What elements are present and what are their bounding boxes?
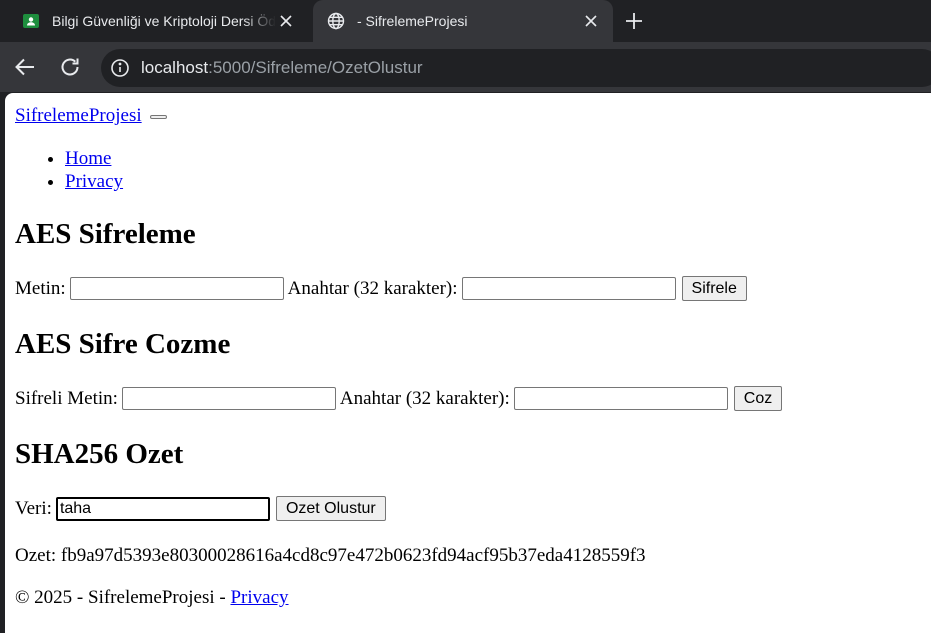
tab-title: Bilgi Güvenliği ve Kriptoloji Dersi Ödev (52, 13, 276, 29)
nav-item-privacy: Privacy (65, 170, 123, 193)
url-path: :5000/Sifreleme/OzetOlustur (208, 58, 423, 77)
encrypt-button[interactable]: Sifrele (681, 276, 747, 301)
key-input[interactable] (461, 277, 676, 300)
browser-tab-classroom[interactable]: Bilgi Güvenliği ve Kriptoloji Dersi Ödev (8, 0, 308, 42)
encrypted-text-label: Sifreli Metin: (15, 388, 118, 409)
aes-encrypt-heading: AES Sifreleme (15, 218, 196, 250)
home-link[interactable]: Home (65, 148, 111, 169)
sha256-heading: SHA256 Ozet (15, 438, 184, 470)
encrypted-text-input[interactable] (121, 387, 336, 410)
hash-result: Ozet: fb9a97d5393e80300028616a4cd8c97e47… (15, 545, 646, 566)
url-text: localhost:5000/Sifreleme/OzetOlustur (141, 58, 423, 78)
aes-decrypt-heading: AES Sifre Cozme (15, 328, 231, 360)
close-tab-icon[interactable] (581, 11, 601, 31)
page-content: SifrelemeProjesi Home Privacy AES Sifrel… (5, 93, 931, 633)
url-host: localhost (141, 58, 209, 77)
address-bar[interactable]: localhost:5000/Sifreleme/OzetOlustur (101, 49, 931, 87)
close-tab-icon[interactable] (276, 11, 296, 31)
globe-icon (327, 12, 345, 30)
nav-item-home: Home (65, 147, 123, 170)
tab-title: - SifrelemeProjesi (357, 13, 468, 29)
decrypt-button[interactable]: Coz (733, 386, 783, 411)
site-info-icon[interactable] (109, 57, 131, 79)
key-label: Anahtar (32 karakter): (287, 278, 458, 299)
footer-privacy-link[interactable]: Privacy (230, 587, 288, 608)
footer: © 2025 - SifrelemeProjesi - Privacy (15, 586, 289, 609)
privacy-link[interactable]: Privacy (65, 171, 123, 192)
sha256-form: Veri: Ozet Olustur (15, 496, 386, 521)
navbar-toggle-button[interactable] (150, 114, 168, 119)
data-input[interactable] (55, 496, 270, 521)
tab-strip: Bilgi Güvenliği ve Kriptoloji Dersi Ödev… (0, 0, 931, 42)
reload-icon[interactable] (57, 54, 83, 80)
nav-list: Home Privacy (65, 147, 123, 193)
key-label: Anahtar (32 karakter): (339, 388, 510, 409)
back-arrow-icon[interactable] (12, 54, 38, 80)
new-tab-icon[interactable] (622, 9, 646, 33)
classroom-icon (22, 12, 40, 30)
footer-text: © 2025 - SifrelemeProjesi - (15, 587, 231, 608)
metin-label: Metin: (15, 278, 66, 299)
brand-link[interactable]: SifrelemeProjesi (15, 105, 142, 126)
browser-tab-sifreleme[interactable]: - SifrelemeProjesi (313, 0, 613, 42)
metin-input[interactable] (69, 277, 284, 300)
aes-encrypt-form: Metin: Anahtar (32 karakter): Sifrele (15, 276, 747, 301)
data-label: Veri: (15, 498, 52, 519)
aes-decrypt-form: Sifreli Metin: Anahtar (32 karakter): Co… (15, 386, 783, 411)
decrypt-key-input[interactable] (513, 387, 728, 410)
navbar: SifrelemeProjesi (15, 104, 168, 127)
hash-button[interactable]: Ozet Olustur (275, 496, 386, 521)
